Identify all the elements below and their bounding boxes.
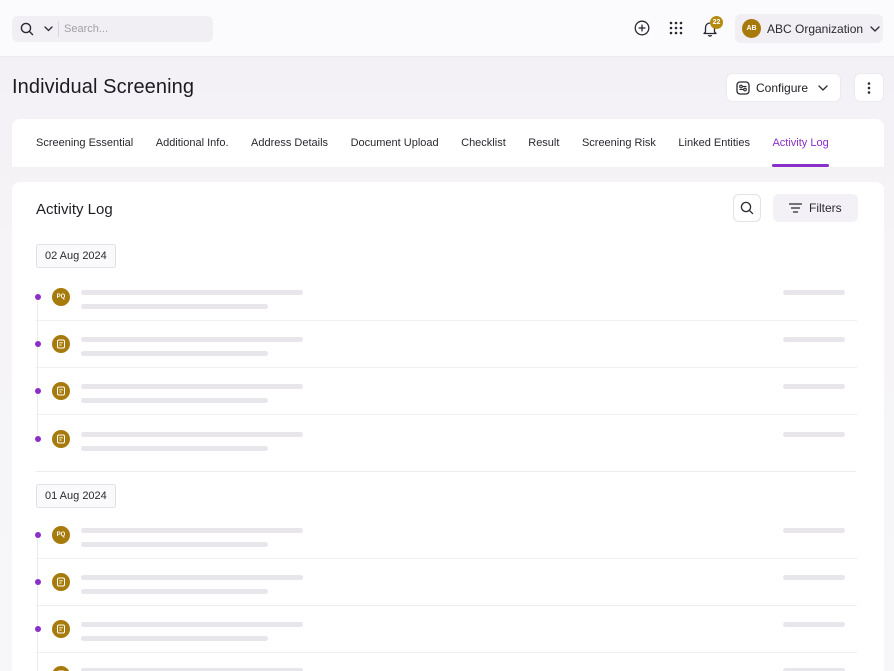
document-icon (52, 573, 70, 591)
tab-document-upload[interactable]: Document Upload (351, 119, 439, 167)
skeleton-line (81, 542, 268, 547)
tab-address-details[interactable]: Address Details (251, 119, 328, 167)
timeline-dot (35, 388, 41, 394)
list-item[interactable] (32, 652, 857, 671)
apps-grid-icon[interactable] (666, 18, 686, 38)
skeleton-line (81, 398, 268, 403)
tab-screening-essential[interactable]: Screening Essential (36, 119, 133, 167)
filter-icon (789, 203, 802, 213)
configure-button[interactable]: Configure (726, 73, 841, 102)
list-item[interactable]: PQ (32, 512, 857, 559)
notification-badge: 22 (710, 16, 723, 29)
skeleton-line (81, 636, 268, 641)
skeleton-line (81, 432, 303, 437)
tab-additional-info[interactable]: Additional Info. (156, 119, 229, 167)
filters-button[interactable]: Filters (773, 194, 858, 222)
date-chip: 02 Aug 2024 (36, 244, 116, 268)
list-item[interactable] (32, 368, 857, 415)
list-item[interactable] (32, 559, 857, 606)
chevron-down-icon (870, 25, 880, 32)
tab-linked-entities[interactable]: Linked Entities (678, 119, 750, 167)
skeleton-line (81, 351, 268, 356)
skeleton-line (81, 589, 268, 594)
list-item[interactable]: PQ (32, 274, 857, 321)
filters-label: Filters (809, 201, 842, 215)
divider (36, 414, 857, 415)
timeline-dot (35, 294, 41, 300)
skeleton-line (81, 622, 303, 627)
skeleton-line (783, 384, 845, 389)
skeleton-line (783, 575, 845, 580)
list-item[interactable] (32, 321, 857, 368)
document-icon (52, 382, 70, 400)
document-icon (52, 335, 70, 353)
skeleton-line (783, 290, 845, 295)
search-input[interactable] (64, 23, 204, 35)
group-divider (36, 471, 856, 472)
list-item[interactable] (32, 416, 857, 463)
organization-switcher[interactable]: AB ABC Organization (735, 14, 883, 43)
top-bar: 22 AB ABC Organization (0, 0, 894, 57)
skeleton-line (81, 337, 303, 342)
log-search-button[interactable] (733, 194, 761, 222)
add-circle-icon[interactable] (632, 18, 652, 38)
avatar: AB (742, 19, 761, 38)
tab-screening-risk[interactable]: Screening Risk (582, 119, 656, 167)
skeleton-line (81, 304, 268, 309)
more-vertical-icon (867, 81, 871, 94)
skeleton-line (81, 575, 303, 580)
tab-activity-log[interactable]: Activity Log (772, 119, 829, 167)
timeline-dot (35, 579, 41, 585)
configure-icon (736, 80, 750, 95)
skeleton-line (81, 446, 268, 451)
skeleton-line (783, 337, 845, 342)
timeline-dot (35, 341, 41, 347)
org-name: ABC Organization (767, 21, 864, 36)
document-icon (52, 620, 70, 638)
skeleton-line (783, 528, 845, 533)
panel-title: Activity Log (36, 201, 113, 218)
list-item[interactable] (32, 606, 857, 653)
avatar: PQ (52, 526, 70, 544)
tab-checklist[interactable]: Checklist (461, 119, 506, 167)
search-icon[interactable] (12, 16, 42, 42)
configure-label: Configure (756, 80, 809, 95)
timeline-dot (35, 532, 41, 538)
tab-result[interactable]: Result (528, 119, 559, 167)
date-chip: 01 Aug 2024 (36, 484, 116, 508)
more-options-button[interactable] (854, 73, 884, 102)
chevron-down-icon (818, 84, 828, 91)
timeline-dot (35, 436, 41, 442)
skeleton-line (81, 384, 303, 389)
skeleton-line (783, 432, 845, 437)
skeleton-line (783, 622, 845, 627)
page-title: Individual Screening (12, 76, 195, 98)
skeleton-line (81, 528, 303, 533)
chevron-down-icon[interactable] (42, 16, 54, 42)
global-search[interactable] (12, 16, 213, 42)
document-icon (52, 430, 70, 448)
document-icon (52, 666, 70, 671)
timeline-dot (35, 626, 41, 632)
search-divider (58, 21, 59, 37)
tab-bar: Screening Essential Additional Info. Add… (12, 119, 884, 167)
activity-log-panel: Activity Log Filters 02 Aug 2024 PQ 01 A… (12, 182, 884, 671)
skeleton-line (81, 290, 303, 295)
search-icon (740, 201, 754, 215)
avatar: PQ (52, 288, 70, 306)
